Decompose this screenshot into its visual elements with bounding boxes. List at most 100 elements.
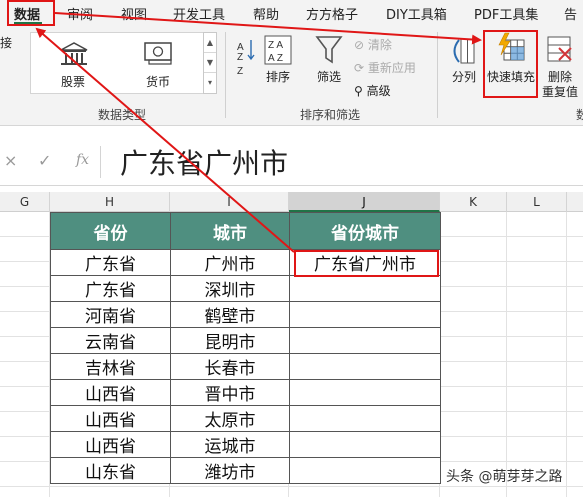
split-columns-label[interactable]: 分列 <box>452 68 476 85</box>
svg-text:Z: Z <box>237 52 243 63</box>
column-header-h[interactable]: H <box>50 192 170 212</box>
clear-label: 清除 <box>367 38 392 52</box>
column-header-k[interactable]: K <box>440 192 507 212</box>
cell-city[interactable]: 鹤壁市 <box>170 301 290 328</box>
cell-city[interactable]: 长春市 <box>170 353 290 380</box>
reapply-button[interactable]: ⟳ 重新应用 <box>354 59 416 76</box>
column-headers: G H I J K L <box>0 192 583 212</box>
stocks-icon <box>60 42 88 65</box>
column-header-i[interactable]: I <box>170 192 289 212</box>
table-row: 广东省 深圳市 <box>50 275 441 302</box>
cell-city[interactable]: 太原市 <box>170 405 290 432</box>
cell-province-city[interactable] <box>289 431 441 458</box>
cell-province[interactable]: 山西省 <box>50 379 171 406</box>
ribbon-edge-text: 接 <box>0 36 13 50</box>
svg-text:Z A: Z A <box>268 40 283 51</box>
gallery-down-icon[interactable]: ▼ <box>204 53 216 73</box>
cell-province[interactable]: 云南省 <box>50 327 171 354</box>
formula-input[interactable]: 广东省广州市 <box>120 142 288 182</box>
group-label-sort-filter: 排序和筛选 <box>300 108 361 122</box>
enter-icon[interactable]: ✓ <box>38 151 51 170</box>
cell-province-city[interactable] <box>289 353 441 380</box>
cell-province[interactable]: 山西省 <box>50 431 171 458</box>
reapply-icon: ⟳ <box>354 61 365 75</box>
split-columns-icon[interactable] <box>447 36 477 66</box>
cell-province-city[interactable] <box>289 379 441 406</box>
cell-city[interactable]: 晋中市 <box>170 379 290 406</box>
tab-tell-me[interactable]: 告 <box>564 4 577 23</box>
sort-az-icon[interactable]: A Z Z <box>237 38 257 78</box>
cell-province-city[interactable] <box>289 301 441 328</box>
column-header-j[interactable]: J <box>289 192 440 212</box>
header-cell-province[interactable]: 省份 <box>50 212 171 250</box>
advanced-label: 高级 <box>366 84 391 98</box>
column-header-g[interactable]: G <box>0 192 50 212</box>
cell-province[interactable]: 山东省 <box>50 457 171 484</box>
remove-duplicates-label-2[interactable]: 重复值 <box>542 83 578 100</box>
clear-filter-button[interactable]: ⊘ 清除 <box>354 36 392 53</box>
data-types-gallery[interactable]: 股票 货币 <box>30 32 205 94</box>
tab-review[interactable]: 审阅 <box>67 4 93 23</box>
table-row: 山西省 运城市 <box>50 431 441 458</box>
column-header-l[interactable]: L <box>507 192 567 212</box>
remove-duplicates-icon[interactable] <box>545 34 575 66</box>
stocks-label[interactable]: 股票 <box>61 73 85 90</box>
advanced-filter-button[interactable]: ⚲ 高级 <box>354 82 391 99</box>
sort-icon[interactable]: Z A A Z <box>263 34 293 66</box>
table-row: 山东省 潍坊市 <box>50 457 441 484</box>
cell-province[interactable]: 吉林省 <box>50 353 171 380</box>
cell-province-city[interactable] <box>289 275 441 302</box>
cell-city[interactable]: 潍坊市 <box>170 457 290 484</box>
tab-view[interactable]: 视图 <box>121 4 147 23</box>
gallery-up-icon[interactable]: ▲ <box>204 33 216 53</box>
cell-province[interactable]: 河南省 <box>50 301 171 328</box>
watermark: 头条 @萌芽芽之路 <box>446 469 563 485</box>
cell-province-city[interactable] <box>289 327 441 354</box>
cell-province[interactable]: 广东省 <box>50 275 171 302</box>
cell-province-city[interactable] <box>289 457 441 484</box>
tab-help[interactable]: 帮助 <box>253 4 279 23</box>
table-row: 山西省 太原市 <box>50 405 441 432</box>
table-row: 河南省 鹤壁市 <box>50 301 441 328</box>
clear-icon: ⊘ <box>354 38 365 52</box>
group-separator <box>437 32 438 118</box>
cell-province[interactable]: 山西省 <box>50 405 171 432</box>
tab-diy-toolbox[interactable]: DIY工具箱 <box>386 4 447 23</box>
sort-label[interactable]: 排序 <box>266 68 290 85</box>
tab-fangfang[interactable]: 方方格子 <box>306 4 358 23</box>
gallery-more-icon[interactable]: ▾ <box>204 73 216 93</box>
table-row: 吉林省 长春市 <box>50 353 441 380</box>
reapply-label: 重新应用 <box>367 61 416 75</box>
cell-city[interactable]: 昆明市 <box>170 327 290 354</box>
cell-city[interactable]: 广州市 <box>170 249 290 276</box>
advanced-icon: ⚲ <box>354 84 363 98</box>
table-row: 山西省 晋中市 <box>50 379 441 406</box>
cell-city[interactable]: 运城市 <box>170 431 290 458</box>
header-cell-province-city[interactable]: 省份城市 <box>289 212 441 250</box>
group-label-data-types: 数据类型 <box>98 108 147 122</box>
header-cell-city[interactable]: 城市 <box>170 212 290 250</box>
currency-label[interactable]: 货币 <box>146 73 170 90</box>
tab-developer[interactable]: 开发工具 <box>173 4 225 23</box>
cell-city[interactable]: 深圳市 <box>170 275 290 302</box>
insert-function-icon[interactable]: fx <box>76 152 89 168</box>
formula-divider <box>100 146 101 178</box>
data-tab-highlight <box>7 0 55 26</box>
svg-text:Z: Z <box>237 66 243 77</box>
formula-bar: × ✓ fx 广东省广州市 <box>0 138 583 186</box>
cancel-icon[interactable]: × <box>4 151 17 170</box>
table-row: 云南省 昆明市 <box>50 327 441 354</box>
cell-province[interactable]: 广东省 <box>50 249 171 276</box>
cell-province-city[interactable] <box>289 405 441 432</box>
flash-fill-highlight <box>483 30 538 98</box>
group-label-data-tools: 数 <box>576 108 583 122</box>
currency-icon <box>144 42 172 65</box>
gallery-scroll[interactable]: ▲ ▼ ▾ <box>203 32 217 94</box>
filter-icon[interactable] <box>315 34 343 66</box>
cell-j-highlight <box>294 250 439 277</box>
table-header-row: 省份 城市 省份城市 <box>50 212 441 250</box>
svg-text:A Z: A Z <box>268 53 283 64</box>
tab-pdf-tools[interactable]: PDF工具集 <box>474 4 538 23</box>
filter-label[interactable]: 筛选 <box>317 68 341 85</box>
menu-bar: 数据 审阅 视图 开发工具 帮助 方方格子 DIY工具箱 PDF工具集 告 <box>0 0 583 26</box>
